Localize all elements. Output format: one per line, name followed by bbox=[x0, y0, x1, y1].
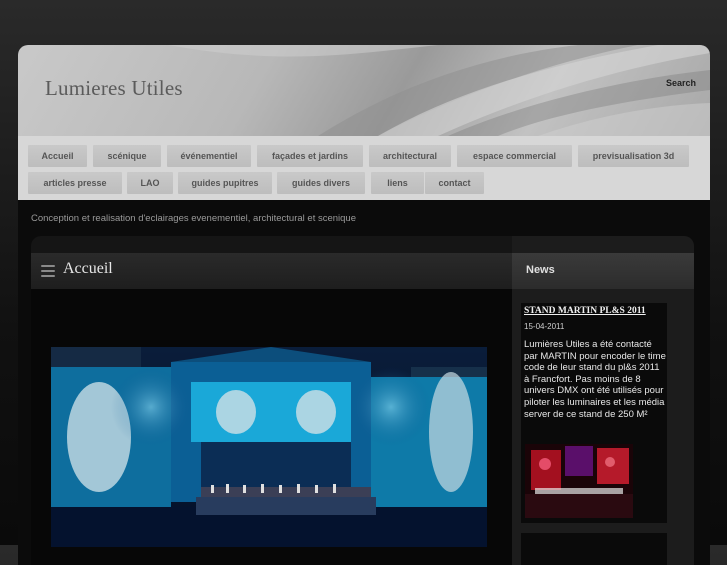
nav-item-guides-divers[interactable]: guides divers bbox=[277, 172, 365, 194]
nav-item-evenementiel[interactable]: événementiel bbox=[167, 145, 251, 167]
nav-item-lao[interactable]: LAO bbox=[127, 172, 173, 194]
site-tagline: Conception et realisation d'eclairages e… bbox=[31, 213, 357, 224]
nav-item-liens[interactable]: liens bbox=[371, 172, 424, 194]
news-item: STAND MARTIN PL&S 2011 15-04-2011 Lumièr… bbox=[521, 303, 667, 523]
sidebar-title: News bbox=[526, 264, 555, 276]
content-area: Accueil News STAND MARTIN PL&S 2011 15-0… bbox=[31, 236, 694, 565]
page-title: Accueil bbox=[63, 260, 113, 277]
main-header: Accueil bbox=[31, 253, 512, 289]
sidebar: News STAND MARTIN PL&S 2011 15-04-2011 L… bbox=[512, 236, 694, 565]
site-frame: Lumieres Utiles Search Accueil scénique … bbox=[18, 45, 710, 565]
main-navigation: Accueil scénique événementiel façades et… bbox=[18, 136, 710, 200]
nav-item-espace-commercial[interactable]: espace commercial bbox=[457, 145, 572, 167]
main-body bbox=[31, 289, 512, 565]
nav-item-guides-pupitres[interactable]: guides pupitres bbox=[178, 172, 272, 194]
nav-item-previsualisation-3d[interactable]: previsualisation 3d bbox=[578, 145, 689, 167]
nav-item-articles-presse[interactable]: articles presse bbox=[28, 172, 122, 194]
search-link[interactable]: Search bbox=[666, 78, 696, 88]
news-title-link[interactable]: STAND MARTIN PL&S 2011 bbox=[524, 306, 646, 316]
news-thumbnail[interactable] bbox=[525, 444, 633, 518]
site-header: Lumieres Utiles Search bbox=[18, 45, 710, 136]
stand-photo-image bbox=[525, 444, 633, 518]
nav-item-facades-et-jardins[interactable]: façades et jardins bbox=[257, 145, 363, 167]
site-title[interactable]: Lumieres Utiles bbox=[45, 76, 183, 101]
news-text: Lumières Utiles a été contacté par MARTI… bbox=[524, 339, 666, 420]
castle-illumination-image bbox=[51, 347, 487, 547]
news-item-next bbox=[521, 533, 667, 565]
menu-icon[interactable] bbox=[41, 265, 55, 277]
nav-item-scenique[interactable]: scénique bbox=[93, 145, 161, 167]
nav-item-accueil[interactable]: Accueil bbox=[28, 145, 87, 167]
nav-item-architectural[interactable]: architectural bbox=[369, 145, 451, 167]
nav-item-contact[interactable]: contact bbox=[425, 172, 484, 194]
sidebar-header: News bbox=[512, 253, 694, 289]
news-date: 15-04-2011 bbox=[524, 322, 565, 331]
featured-photo bbox=[51, 347, 487, 547]
